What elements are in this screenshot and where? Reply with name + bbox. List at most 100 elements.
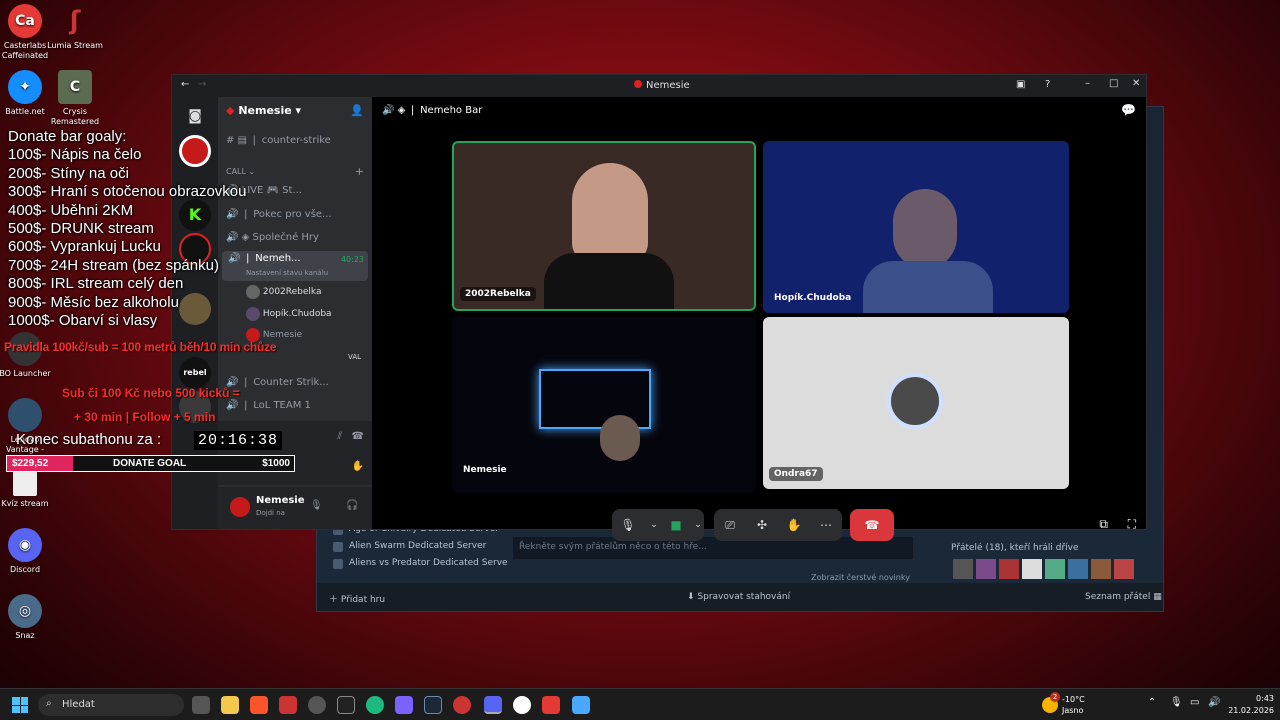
- channel-pokec[interactable]: 🔊 ❘ Pokec pro vše...: [226, 205, 366, 225]
- inbox-icon[interactable]: ▣: [1016, 79, 1025, 90]
- casterlabs-taskbar-icon[interactable]: [542, 696, 560, 714]
- desktop-icon-crysis[interactable]: C Crysis Remastered: [47, 70, 103, 127]
- volume-icon[interactable]: 🔊: [1208, 697, 1220, 708]
- mic-tray-icon[interactable]: 🎙: [1170, 697, 1183, 708]
- popout-icon[interactable]: ⧉: [1099, 517, 1108, 532]
- goal-item: 700$- 24H stream (bez spánku): [8, 256, 219, 274]
- manage-downloads-button[interactable]: ⬇ Spravovat stahování: [687, 592, 790, 602]
- video-tile[interactable]: Ondra67: [763, 317, 1069, 489]
- mic-icon[interactable]: 🎙: [612, 518, 644, 532]
- network-icon[interactable]: ▭: [1190, 697, 1199, 708]
- friends-list-button[interactable]: Seznam přátel ▦: [1085, 592, 1162, 602]
- channel-lol[interactable]: 🔊 ❘ LoL TEAM 1: [226, 396, 366, 416]
- soundboard-icon[interactable]: ✋: [778, 518, 810, 532]
- maximize-icon[interactable]: □: [1109, 78, 1118, 89]
- avatar[interactable]: [1091, 559, 1111, 579]
- goals-title: Donate bar goaly:: [8, 128, 127, 145]
- goal-item: 300$- Hraní s otočenou obrazovkou: [8, 183, 247, 201]
- avatar[interactable]: [1114, 559, 1134, 579]
- avatar: [246, 284, 260, 299]
- weather-widget[interactable]: 2 -10°C Jasno: [1040, 692, 1130, 718]
- minimize-icon[interactable]: –: [1085, 78, 1090, 89]
- desktop-icon-discord[interactable]: ◉ Discord: [0, 528, 53, 575]
- video-tile[interactable]: Nemesie: [452, 317, 756, 493]
- search-bar[interactable]: ⌕ Hledat: [38, 694, 184, 716]
- back-arrow-icon[interactable]: ←: [181, 79, 189, 90]
- channel-counter-strike[interactable]: # ▤ ❘ counter-strike: [226, 131, 366, 151]
- channel-spolecne-hry[interactable]: 🔊 ◈ Společné Hry: [226, 228, 366, 248]
- voice-member[interactable]: 2002Rebelka: [246, 282, 366, 302]
- task-view-icon[interactable]: [192, 696, 210, 714]
- avatar[interactable]: [1045, 559, 1065, 579]
- discord-taskbar-icon[interactable]: [484, 696, 502, 714]
- desktop-icon-lumia[interactable]: ʃ Lumia Stream: [47, 4, 103, 51]
- close-icon[interactable]: ✕: [1132, 78, 1140, 89]
- avatar[interactable]: [999, 559, 1019, 579]
- goal-item: 900$- Měsíc bez alkoholu: [8, 293, 179, 311]
- chevron-down-icon[interactable]: ⌄: [692, 520, 704, 530]
- add-game-button[interactable]: ＋ Přidat hru: [329, 592, 385, 605]
- server-rebel-icon[interactable]: rebel: [179, 357, 211, 389]
- desktop-icon-label: Crysis Remastered: [50, 107, 100, 126]
- steam-icon[interactable]: [424, 696, 442, 714]
- forward-arrow-icon[interactable]: →: [198, 79, 206, 90]
- steam-comment-input[interactable]: Řekněte svým přátelům něco o této hře...: [513, 537, 913, 559]
- voice-member[interactable]: Hopík.Chudoba: [246, 304, 366, 324]
- goal-item: 800$- IRL stream celý den: [8, 275, 184, 293]
- server-header[interactable]: ◆ Nemesie ▾ 👤: [226, 101, 366, 121]
- video-tile[interactable]: 2002Rebelka: [452, 141, 756, 311]
- avatar[interactable]: [976, 559, 996, 579]
- diamond-app-icon[interactable]: [395, 696, 413, 714]
- channel-live[interactable]: 🔊 LIVE 🎮 St...: [226, 181, 366, 201]
- camera-control[interactable]: ■ ⌄: [660, 509, 704, 541]
- desktop-icon-battlenet[interactable]: ✦ Battle.net: [0, 70, 53, 117]
- streamer-app-icon[interactable]: [279, 696, 297, 714]
- desktop-icon-casterlabs[interactable]: Ca Casterlabs Caffeinated: [0, 4, 53, 61]
- channel-name: Společné Hry: [252, 232, 319, 243]
- add-member-icon[interactable]: 👤: [350, 101, 364, 121]
- hangup-button[interactable]: ☎: [850, 509, 894, 541]
- epic-games-icon[interactable]: [337, 696, 355, 714]
- search-icon: ⌕: [46, 698, 52, 709]
- avatar[interactable]: [953, 559, 973, 579]
- server-header-icon: ◆: [226, 104, 235, 117]
- desktop-icon-label: Lumia Stream: [47, 41, 103, 50]
- activities-icon[interactable]: ✣: [746, 518, 778, 532]
- weather-desc: Jasno: [1062, 706, 1084, 715]
- channel-counter-strike-voice[interactable]: 🔊 ❘ Counter Strik...: [226, 373, 366, 393]
- brave-icon[interactable]: [250, 696, 268, 714]
- windows-start-icon[interactable]: [12, 697, 28, 713]
- file-explorer-icon[interactable]: [221, 696, 239, 714]
- chat-icon[interactable]: 💬: [1121, 103, 1136, 117]
- notepad-icon[interactable]: [572, 696, 590, 714]
- fullscreen-icon[interactable]: ⛶: [1128, 517, 1136, 532]
- more-icon[interactable]: ⋯: [810, 518, 842, 532]
- channel-status[interactable]: Nastavení stavu kanálu: [246, 269, 328, 277]
- chevron-up-icon[interactable]: ⌃: [1148, 697, 1156, 708]
- noise-suppression-icon[interactable]: ⫽: [338, 431, 342, 442]
- list-item[interactable]: Aliens vs Predator Dedicated Serve: [329, 555, 509, 572]
- video-tile[interactable]: Hopík.Chudoba: [763, 141, 1069, 313]
- lumia-taskbar-icon[interactable]: [453, 696, 471, 714]
- discord-icon: ◉: [8, 528, 42, 562]
- chrome-icon[interactable]: [308, 696, 326, 714]
- soundboard-panel-icon[interactable]: ✋: [352, 461, 364, 472]
- avatar[interactable]: [1068, 559, 1088, 579]
- help-icon[interactable]: ?: [1045, 79, 1050, 90]
- list-item[interactable]: Alien Swarm Dedicated Server: [329, 538, 509, 555]
- clock[interactable]: 0:43 21.02.2026: [1226, 693, 1274, 717]
- avatar[interactable]: [1022, 559, 1042, 579]
- headphones-icon[interactable]: 🎧: [346, 500, 358, 511]
- disconnect-icon[interactable]: ☎: [352, 431, 364, 442]
- camera-icon[interactable]: ■: [660, 518, 692, 532]
- category-call[interactable]: CALL ⌄ +: [226, 162, 366, 182]
- donate-goal-bar: $229,52 DONATE GOAL $1000: [6, 455, 295, 472]
- add-channel-icon[interactable]: +: [355, 162, 364, 182]
- mic-icon[interactable]: 🎙: [310, 500, 323, 511]
- power-app-icon[interactable]: [366, 696, 384, 714]
- avatar[interactable]: [230, 497, 250, 517]
- screen-share-icon[interactable]: ⎚: [714, 518, 746, 533]
- desktop-icon-snaz[interactable]: ◎ Snaz: [0, 594, 53, 641]
- obs-icon[interactable]: [513, 696, 531, 714]
- steam-news-link[interactable]: Zobrazit čerstvé novinky: [811, 573, 910, 582]
